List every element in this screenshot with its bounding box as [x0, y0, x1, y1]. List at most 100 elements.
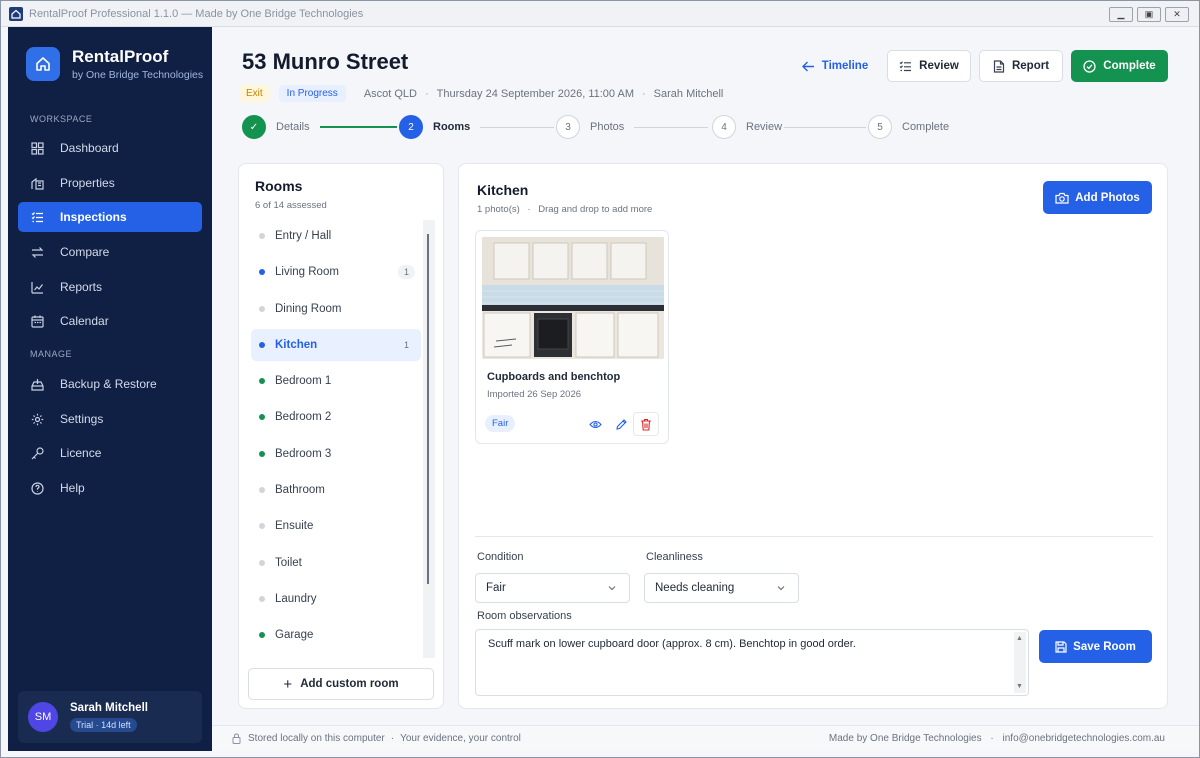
room-item-entry-hall[interactable]: Entry / Hall [251, 220, 421, 252]
cleanliness-select[interactable]: Needs cleaning [644, 573, 799, 603]
step-review[interactable]: 4 Review [712, 115, 782, 139]
maximize-button[interactable]: ▣ [1137, 7, 1161, 22]
step-label: Photos [590, 121, 625, 133]
scroll-down-icon[interactable]: ▼ [1016, 683, 1023, 690]
complete-label: Complete [1103, 60, 1156, 72]
user-profile[interactable]: SM Sarah Mitchell Trial · 14d left [18, 691, 202, 743]
nav-label: Settings [60, 412, 104, 426]
room-label: Ensuite [275, 520, 314, 533]
complete-button[interactable]: Complete [1071, 50, 1168, 82]
brand: RentalProof by One Bridge Technologies [26, 47, 203, 81]
arrow-left-icon [801, 61, 815, 72]
step-connector [320, 126, 397, 128]
room-label: Kitchen [275, 338, 318, 351]
minimize-button[interactable]: ▁ [1109, 7, 1133, 22]
photo-date: Imported 26 Sep 2026 [487, 389, 582, 400]
cleanliness-value: Needs cleaning [655, 582, 735, 594]
delete-photo-button[interactable] [633, 412, 659, 436]
room-item-kitchen[interactable]: Kitchen 1 [251, 328, 421, 361]
close-button[interactable]: ✕ [1165, 7, 1189, 22]
status-dot [259, 414, 265, 421]
nav-backup-restore[interactable]: Backup & Restore [18, 369, 202, 399]
step-number: 3 [556, 115, 580, 139]
add-room-label: Add custom room [300, 678, 399, 690]
contact-email[interactable]: info@onebridgetechnologies.com.au [1003, 733, 1165, 744]
status-badge: In Progress [278, 85, 346, 102]
step-label: Details [276, 121, 310, 133]
add-custom-room-button[interactable]: + Add custom room [248, 668, 434, 700]
scrollbar-thumb[interactable] [427, 234, 429, 584]
step-rooms[interactable]: 2 Rooms [399, 115, 470, 139]
save-room-button[interactable]: Save Room [1039, 630, 1152, 663]
nav-settings[interactable]: Settings [18, 404, 202, 434]
room-item-bedroom-2[interactable]: Bedroom 2 [251, 401, 421, 433]
room-item-bathroom[interactable]: Bathroom [251, 474, 421, 506]
status-dot [259, 487, 265, 494]
step-complete[interactable]: 5 Complete [868, 115, 949, 139]
step-details[interactable]: ✓ Details [242, 115, 310, 139]
room-item-toilet[interactable]: Toilet [251, 547, 421, 579]
checklist-icon [30, 210, 44, 224]
room-item-bedroom-3[interactable]: Bedroom 3 [251, 438, 421, 470]
condition-select[interactable]: Fair [475, 573, 630, 603]
nav-calendar[interactable]: Calendar [18, 306, 202, 336]
kitchen-photo[interactable] [482, 237, 664, 359]
nav-inspections[interactable]: Inspections [18, 202, 202, 232]
observations-label: Room observations [477, 610, 572, 622]
key-icon [30, 446, 44, 460]
room-item-ensuite[interactable]: Ensuite [251, 510, 421, 542]
brand-name: RentalProof [72, 47, 169, 66]
calendar-icon [30, 314, 44, 328]
step-connector [784, 127, 866, 128]
rooms-title: Rooms [255, 178, 303, 194]
nav-licence[interactable]: Licence [18, 438, 202, 468]
room-item-bedroom-1[interactable]: Bedroom 1 [251, 365, 421, 397]
room-title: Kitchen [477, 182, 529, 198]
report-button[interactable]: Report [979, 50, 1063, 82]
observations-textarea[interactable]: Scuff mark on lower cupboard door (appro… [475, 629, 1029, 696]
room-item-dining-room[interactable]: Dining Room [251, 293, 421, 325]
observations-text: Scuff mark on lower cupboard door (appro… [488, 638, 856, 650]
lock-icon [232, 733, 241, 744]
check-icon: ✓ [242, 115, 266, 139]
textarea-scrollbar[interactable]: ▲ ▼ [1014, 632, 1026, 693]
nav-help[interactable]: Help [18, 473, 202, 503]
room-list: Entry / Hall Living Room 1 Dining Room Ki… [251, 220, 421, 656]
nav-compare[interactable]: Compare [18, 237, 202, 267]
chart-icon [30, 280, 44, 294]
nav-reports[interactable]: Reports [18, 272, 202, 302]
photo-card[interactable]: Cupboards and benchtop Imported 26 Sep 2… [475, 230, 669, 444]
status-dot [259, 595, 265, 602]
edit-photo-button[interactable] [610, 413, 632, 435]
help-icon [30, 481, 44, 495]
backup-icon [30, 377, 44, 391]
step-photos[interactable]: 3 Photos [556, 115, 624, 139]
nav-dashboard[interactable]: Dashboard [18, 133, 202, 163]
timeline-button[interactable]: Timeline [797, 50, 873, 82]
add-photos-button[interactable]: Add Photos [1043, 181, 1152, 214]
evidence-note: Your evidence, your control [400, 733, 521, 744]
room-label: Toilet [275, 556, 302, 569]
room-label: Dining Room [275, 302, 342, 315]
room-item-garage[interactable]: Garage [251, 619, 421, 651]
condition-label: Condition [477, 551, 524, 563]
room-item-living-room[interactable]: Living Room 1 [251, 256, 421, 288]
photo-count: 1 photo(s) [477, 204, 520, 215]
nav-label: Calendar [60, 314, 109, 328]
status-footer: Stored locally on this computer · Your e… [212, 725, 1199, 751]
trial-badge: Trial · 14d left [70, 717, 137, 732]
room-detail-panel: Kitchen 1 photo(s) · Drag and drop to ad… [458, 163, 1168, 709]
nav-properties[interactable]: Properties [18, 168, 202, 198]
view-photo-button[interactable] [584, 413, 606, 435]
status-dot [259, 559, 265, 566]
storage-note: Stored locally on this computer [248, 733, 385, 744]
room-label: Bedroom 3 [275, 447, 332, 460]
scroll-up-icon[interactable]: ▲ [1016, 635, 1023, 642]
page-title: 53 Munro Street [242, 49, 409, 74]
step-label: Rooms [433, 121, 471, 133]
building-icon [30, 176, 44, 190]
room-list-scrollbar[interactable] [423, 220, 435, 658]
room-item-laundry[interactable]: Laundry [251, 583, 421, 615]
review-button[interactable]: Review [887, 50, 971, 82]
manage-section-label: MANAGE [30, 349, 73, 359]
